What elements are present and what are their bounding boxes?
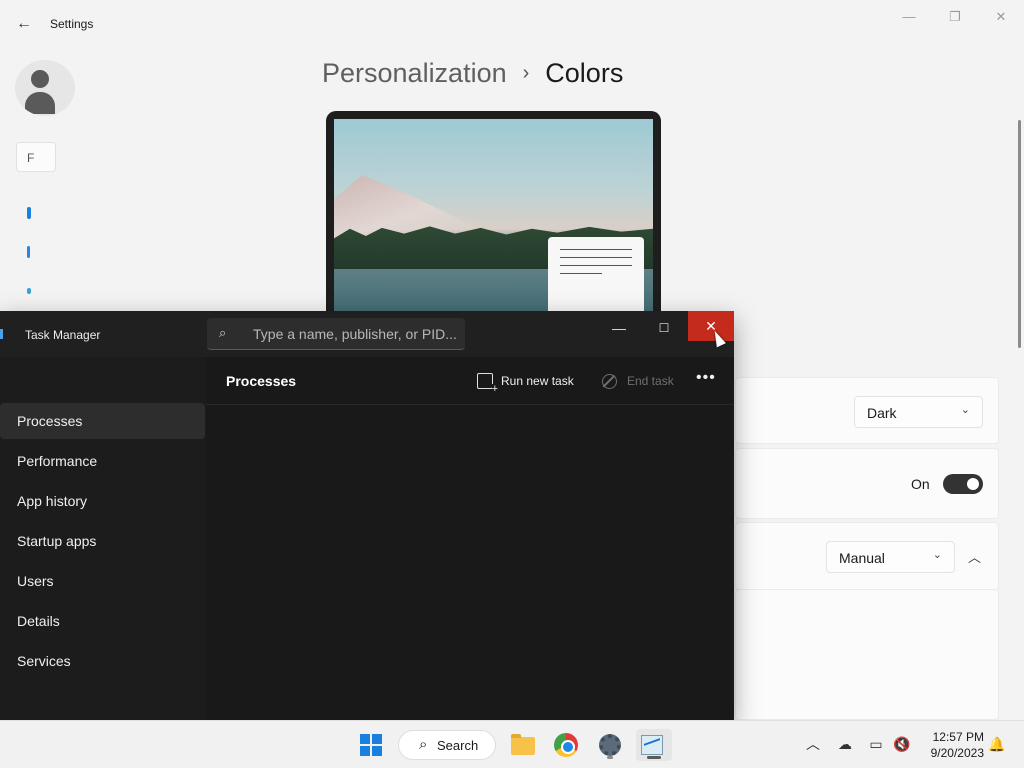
breadcrumb-parent[interactable]: Personalization [322,58,507,89]
onedrive-icon[interactable]: ☁ [836,735,854,753]
mode-dropdown[interactable]: Dark ⌄ [854,396,983,428]
notification-bell-icon[interactable]: 🔔 [988,735,1006,753]
settings-icon[interactable] [594,729,626,761]
sidebar-item-performance[interactable]: Performance [0,443,205,479]
nav-system-icon[interactable] [27,207,31,219]
search-placeholder: Type a name, publisher, or PID... [253,326,457,342]
task-manager-title: Task Manager [25,328,101,342]
taskbar: ⌕ Search ︿ ☁ ▭ 🔇 12:57 PM 9/20/2023 🔔 [0,720,1024,768]
accent-expanded-panel [735,590,999,720]
process-list-area[interactable] [206,405,734,720]
task-manager-window: Task Manager ⌕ Type a name, publisher, o… [0,311,734,720]
more-options-icon[interactable]: ••• [696,369,716,387]
search-icon: ⌕ [219,325,227,340]
clock[interactable]: 12:57 PM 9/20/2023 [914,729,984,761]
preview-wallpaper [334,119,653,319]
mode-value: Dark [867,405,897,421]
preview-window-sample [548,237,644,319]
clock-time: 12:57 PM [932,730,984,744]
search-icon: ⌕ [419,736,428,753]
toggle-knob [967,478,979,490]
chrome-icon[interactable] [550,729,582,761]
page-title: Processes [226,373,297,389]
avatar[interactable] [15,60,75,116]
sidebar-item-details[interactable]: Details [0,603,205,639]
sidebar-item-processes[interactable]: Processes [0,403,205,439]
minimize-icon[interactable]: — [606,317,632,339]
end-task-label: End task [627,374,674,388]
preview-line [560,257,632,258]
task-manager-content: Processes Run new task End task ••• [206,357,734,720]
chevron-up-icon[interactable]: ︿ [968,547,981,566]
file-explorer-icon[interactable] [506,729,538,761]
taskbar-search-label: Search [437,737,479,753]
task-manager-app-icon [0,329,3,339]
start-icon[interactable] [360,734,383,757]
restore-icon[interactable]: ❐ [943,8,967,26]
avatar-body [25,92,55,114]
back-arrow-icon[interactable]: ← [14,14,34,34]
taskbar-search-button[interactable]: ⌕ Search [398,730,496,760]
maximize-icon[interactable]: ☐ [652,317,676,339]
sidebar-item-services[interactable]: Services [0,643,205,679]
task-manager-titlebar[interactable]: Task Manager ⌕ Type a name, publisher, o… [0,311,734,357]
transparency-state: On [911,476,930,492]
transparency-toggle[interactable] [943,474,983,494]
end-task-icon [602,373,617,389]
running-indicator [607,756,613,759]
run-new-task-icon [477,373,498,395]
clock-date: 9/20/2023 [930,746,984,760]
chevron-down-icon: ⌄ [960,404,970,416]
task-manager-search-input[interactable]: ⌕ Type a name, publisher, or PID... [207,318,465,350]
volume-muted-icon[interactable]: 🔇 [893,735,911,753]
preview-line [560,249,632,250]
network-icon[interactable]: ▭ [867,735,885,753]
theme-preview [326,111,661,321]
chevron-up-icon[interactable]: ︿ [804,735,822,753]
active-indicator [647,756,661,759]
settings-scrollbar[interactable] [1018,120,1021,348]
nav-network-icon[interactable] [27,288,31,294]
end-task-button[interactable]: End task [602,369,674,393]
breadcrumb: Personalization › Colors [322,58,623,89]
settings-titlebar: ← Settings — ❐ ✕ [0,0,1024,48]
mode-card: Dark ⌄ [735,377,999,444]
run-new-task-button[interactable]: Run new task [477,369,574,395]
task-manager-icon[interactable] [636,729,672,761]
preview-line [560,265,632,266]
run-new-task-label: Run new task [501,374,574,388]
chevron-down-icon: ⌄ [932,549,942,561]
accent-dropdown[interactable]: Manual ⌄ [826,541,955,573]
close-icon[interactable]: ✕ [989,8,1013,26]
settings-search-input[interactable]: F [16,142,56,172]
transparency-card: On [735,448,999,519]
page-title: Colors [545,58,624,88]
minimize-icon[interactable]: — [897,8,921,26]
avatar-head [31,70,49,88]
accent-card: Manual ⌄ ︿ [735,522,999,590]
preview-line [560,273,602,274]
nav-bluetooth-icon[interactable] [27,246,30,258]
chevron-right-icon: › [522,62,530,84]
command-bar: Processes Run new task End task ••• [206,357,734,405]
sidebar-item-startup-apps[interactable]: Startup apps [0,523,205,559]
accent-value: Manual [839,550,885,566]
task-manager-sidebar: Processes Performance App history Startu… [0,357,206,720]
settings-window-title: Settings [50,17,94,31]
sidebar-item-users[interactable]: Users [0,563,205,599]
sidebar-item-app-history[interactable]: App history [0,483,205,519]
